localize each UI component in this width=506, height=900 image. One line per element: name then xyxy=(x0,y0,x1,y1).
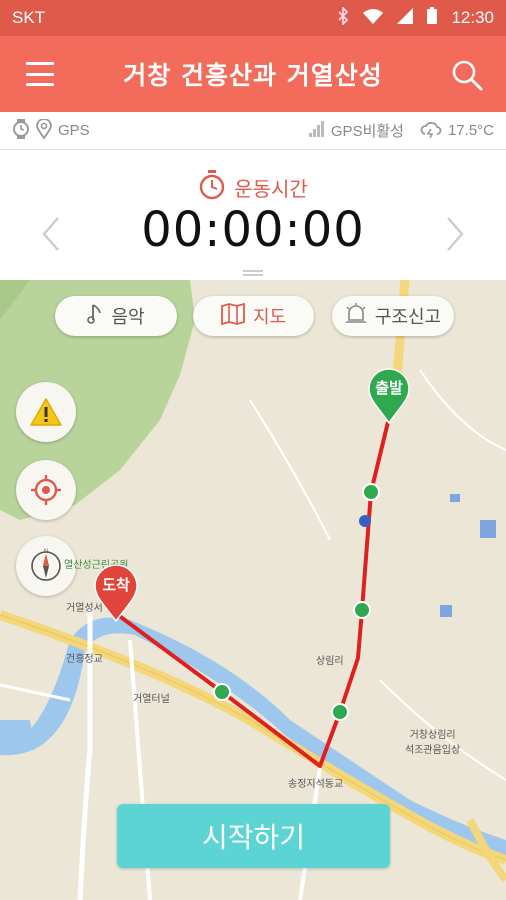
rescue-report-tab[interactable]: 구조신고 xyxy=(332,296,454,336)
info-bar: GPS GPS비활성 17.5°C xyxy=(0,112,506,150)
drag-handle[interactable] xyxy=(243,270,263,276)
location-pin-icon xyxy=(36,117,52,143)
crosshair-icon xyxy=(31,475,61,505)
map-label-bridge: 건흥정교 xyxy=(66,654,103,665)
gps-label: GPS xyxy=(58,122,90,139)
page-title: 거창 건흥산과 거열산성 xyxy=(123,61,383,90)
stopwatch-icon xyxy=(198,170,226,205)
timer-label: 운동시간 xyxy=(234,177,308,201)
search-icon xyxy=(452,60,483,91)
music-tab-label: 음악 xyxy=(111,307,145,328)
end-marker-label: 도착 xyxy=(102,576,130,594)
gps-status: GPS비활성 xyxy=(330,123,404,140)
map-tab-label: 지도 xyxy=(252,307,287,328)
music-note-icon xyxy=(87,303,103,330)
timer-value: 00:00:00 xyxy=(141,202,365,258)
app-bar: 거창 건흥산과 거열산성 xyxy=(0,36,506,112)
warning-icon xyxy=(30,398,62,426)
map-icon xyxy=(221,302,245,330)
clock-time: 12:30 xyxy=(451,8,494,27)
chevron-left-icon xyxy=(42,217,59,251)
signal-icon xyxy=(397,7,414,29)
start-marker[interactable]: 출발 xyxy=(367,368,411,424)
start-marker-label: 출발 xyxy=(375,379,403,397)
alarm-bell-icon xyxy=(345,302,367,330)
battery-icon xyxy=(427,7,438,29)
map-label-terminal: 거열터널 xyxy=(133,694,170,705)
next-button[interactable] xyxy=(440,214,470,254)
timer-label-row: 운동시간 xyxy=(0,170,506,205)
search-button[interactable] xyxy=(450,58,484,92)
svg-text:N: N xyxy=(44,549,48,555)
temperature: 17.5°C xyxy=(447,122,494,139)
weather-icon xyxy=(420,120,442,142)
wifi-icon xyxy=(363,8,384,29)
menu-button[interactable] xyxy=(26,62,54,86)
rescue-report-tab-label: 구조신고 xyxy=(374,307,442,328)
timer-panel: 운동시간 00:00:00 xyxy=(0,150,506,280)
map-label-northwest: 거창상림리 석조관음입상 xyxy=(405,730,461,756)
map-view[interactable]: 음악 지도 구조신고 N 열산성근린공원 거열성서 건흥정교 거열터널 상림리 … xyxy=(0,280,506,900)
compass-icon: N xyxy=(31,549,61,581)
signal-bars-icon xyxy=(308,120,325,141)
carrier-label: SKT xyxy=(12,8,46,27)
previous-button[interactable] xyxy=(36,214,66,254)
my-location-button[interactable] xyxy=(16,460,76,520)
status-bar: SKT 12:30 xyxy=(0,0,506,36)
chevron-right-icon xyxy=(447,217,464,251)
map-label-village: 상림리 xyxy=(316,656,344,667)
start-button[interactable]: 시작하기 xyxy=(117,804,390,868)
end-marker[interactable]: 도착 xyxy=(93,564,139,622)
bluetooth-icon xyxy=(337,5,349,30)
watch-icon xyxy=(12,118,30,143)
music-tab[interactable]: 음악 xyxy=(55,296,177,336)
map-tab[interactable]: 지도 xyxy=(193,296,314,336)
map-label-school: 송정지석동교 xyxy=(288,779,344,790)
warning-button[interactable] xyxy=(16,382,76,442)
menu-icon xyxy=(26,62,54,65)
